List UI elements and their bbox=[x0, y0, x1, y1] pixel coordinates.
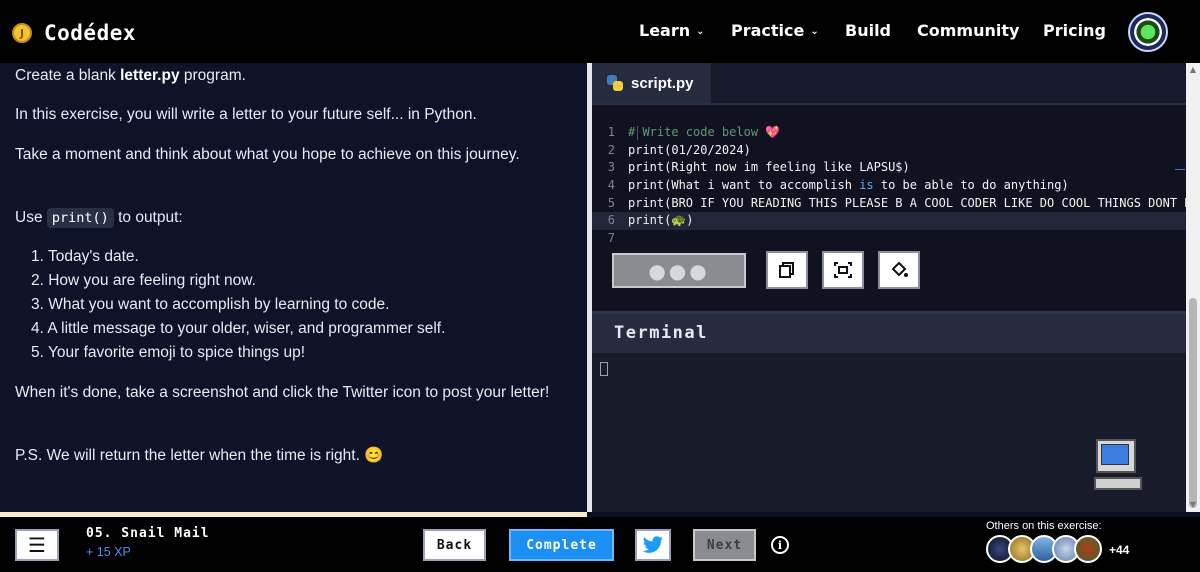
terminal-header: Terminal bbox=[592, 311, 1186, 353]
scroll-up-icon[interactable]: ▲ bbox=[1187, 64, 1199, 76]
back-button[interactable]: Back bbox=[423, 529, 486, 561]
line-number: 3 bbox=[607, 160, 615, 175]
code-line[interactable]: 4 print(What i want to accomplish is to b… bbox=[592, 177, 1186, 195]
lesson-use-line: Use print() to output: bbox=[15, 206, 570, 230]
coin-icon: J bbox=[12, 23, 32, 43]
top-nav: J Codédex Learn ⌄ Practice ⌄ Build Communi… bbox=[0, 0, 1200, 63]
others-label: Others on this exercise: bbox=[986, 520, 1102, 532]
lesson-intro-file: letter.py bbox=[120, 67, 180, 84]
next-button[interactable]: Next bbox=[693, 529, 756, 561]
lesson-intro-prefix: Create a blank bbox=[15, 67, 121, 84]
screenshot-button[interactable] bbox=[822, 251, 864, 289]
terminal-output[interactable] bbox=[592, 353, 1186, 512]
list-item: 2. How you are feeling right now. bbox=[31, 272, 256, 289]
code-area[interactable]: 1 # Write code below 💖 2 print(01/20/2024) 3… bbox=[592, 124, 1192, 248]
nav-practice-label: Practice bbox=[731, 21, 805, 40]
theme-button[interactable] bbox=[878, 251, 920, 289]
code-token: print(01/20/2024) bbox=[628, 142, 751, 157]
code-token: # Write code below 💖 bbox=[628, 125, 781, 139]
nav-pricing-label: Pricing bbox=[1043, 21, 1106, 40]
run-button[interactable]: ●●● bbox=[612, 253, 746, 288]
steps-list: 1. Today's date. 2. How you are feeling … bbox=[31, 245, 445, 365]
code-token: to be able to do anything) bbox=[873, 178, 1069, 193]
code-line[interactable]: 3 print(Right now im feeling like LAPSU$) bbox=[592, 159, 1186, 177]
lesson-intro: Create a blank letter.py program. bbox=[15, 64, 570, 88]
twitter-button[interactable] bbox=[635, 529, 671, 561]
paint-bucket-icon bbox=[891, 261, 908, 277]
list-item: 5. Your favorite emoji to spice things u… bbox=[31, 344, 305, 361]
inline-code: print() bbox=[46, 208, 114, 228]
file-name: script.py bbox=[631, 74, 694, 92]
copy-icon bbox=[779, 262, 794, 278]
file-tab[interactable]: script.py bbox=[592, 63, 711, 103]
nav-build[interactable]: Build bbox=[845, 21, 891, 40]
logo[interactable]: J Codédex bbox=[12, 21, 136, 45]
nav-build-label: Build bbox=[845, 21, 892, 40]
scroll-down-icon[interactable]: ▼ bbox=[1187, 499, 1199, 511]
lesson-paragraph: When it's done, take a screenshot and cl… bbox=[15, 384, 550, 401]
code-token: print(BRO IF YOU READING THIS PLEASE B A… bbox=[628, 195, 1192, 210]
lesson-panel: Create a blank letter.py program. In thi… bbox=[0, 63, 587, 512]
twitter-icon bbox=[642, 536, 663, 553]
lesson-intro-suffix: program. bbox=[179, 67, 246, 84]
terminal-title: Terminal bbox=[614, 323, 708, 343]
lesson-paragraph: P.S. We will return the letter when the … bbox=[15, 447, 384, 464]
code-line[interactable]: 7 bbox=[592, 230, 1186, 248]
nav-learn[interactable]: Learn ⌄ bbox=[639, 21, 705, 40]
code-line[interactable]: 1 # Write code below 💖 bbox=[592, 124, 1186, 142]
code-editor: script.py 1 # Write code below 💖 2 print(01… bbox=[592, 63, 1192, 311]
nav-community[interactable]: Community bbox=[917, 21, 1019, 40]
list-item: 1. Today's date. bbox=[31, 248, 139, 265]
brand-name: Codédex bbox=[44, 21, 137, 45]
editor-tabbar: script.py bbox=[592, 63, 1186, 103]
code-line[interactable]: 5 print(BRO IF YOU READING THIS PLEASE B … bbox=[592, 195, 1192, 213]
complete-button[interactable]: Complete bbox=[509, 529, 614, 561]
nav-learn-label: Learn bbox=[639, 21, 691, 40]
bottom-bar: ☰ 05. Snail Mail + 15 XP Back Complete N… bbox=[0, 517, 1200, 572]
line-number: 5 bbox=[607, 195, 615, 210]
lesson-paragraph: In this exercise, you will write a lette… bbox=[15, 106, 477, 123]
line-number: 4 bbox=[607, 178, 615, 193]
lesson-use-suffix: to output: bbox=[113, 209, 183, 226]
lesson-paragraph: Take a moment and think about what you h… bbox=[15, 146, 520, 163]
chevron-down-icon: ⌄ bbox=[696, 26, 705, 37]
others-count: +44 bbox=[1109, 543, 1130, 557]
user-avatar[interactable] bbox=[1128, 12, 1168, 52]
line-number: 7 bbox=[607, 231, 615, 246]
code-token: print(🐢) bbox=[628, 213, 694, 228]
code-token: is bbox=[859, 178, 874, 193]
code-line[interactable]: 6 print(🐢) bbox=[592, 212, 1186, 231]
chevron-down-icon: ⌄ bbox=[810, 26, 819, 37]
loading-dots: ●●● bbox=[648, 258, 710, 283]
screenshot-icon bbox=[834, 262, 852, 278]
lesson-use-prefix: Use bbox=[15, 209, 47, 226]
exercise-title: 05. Snail Mail bbox=[86, 526, 210, 541]
code-token: print(Right now im feeling like LAPSU$) bbox=[628, 160, 910, 175]
python-icon bbox=[607, 75, 623, 91]
xp-label: + 15 XP bbox=[86, 545, 131, 559]
line-number: 6 bbox=[607, 213, 615, 228]
code-line[interactable]: 2 print(01/20/2024) bbox=[592, 142, 1186, 160]
list-item: 4. A little message to your older, wiser… bbox=[31, 320, 446, 337]
nav-community-label: Community bbox=[917, 21, 1020, 40]
nav-pricing[interactable]: Pricing bbox=[1043, 21, 1106, 40]
terminal-cursor bbox=[600, 362, 608, 376]
line-number: 2 bbox=[607, 142, 615, 157]
line-number: 1 bbox=[607, 125, 615, 139]
avatar[interactable] bbox=[1074, 535, 1102, 563]
info-icon[interactable]: i bbox=[771, 536, 789, 554]
copy-button[interactable] bbox=[766, 251, 808, 289]
scrollbar-thumb[interactable] bbox=[1189, 298, 1197, 508]
code-token: print(What i want to accomplish bbox=[628, 178, 860, 193]
divider bbox=[592, 103, 1186, 105]
menu-button[interactable]: ☰ bbox=[15, 529, 59, 561]
menu-icon: ☰ bbox=[28, 533, 46, 557]
nav-practice[interactable]: Practice ⌄ bbox=[731, 21, 819, 40]
list-item: 3. What you want to accomplish by learni… bbox=[31, 296, 390, 313]
computer-icon bbox=[1094, 439, 1144, 493]
